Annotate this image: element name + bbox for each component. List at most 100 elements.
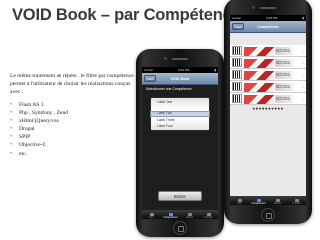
tab-competences[interactable]: Compétences — [163, 212, 178, 219]
tab-bar: Dev Compétences Clients Contact — [230, 196, 306, 205]
tab-label: Clients — [185, 216, 194, 219]
picker-item-label: Label Two — [157, 110, 172, 115]
picker-item-selected[interactable]: ✓ Label Two — [151, 111, 209, 117]
disclosure-arrow-icon: › — [302, 60, 304, 65]
project-image — [244, 46, 274, 56]
tab-label: Contact — [204, 216, 213, 219]
skill-item: • Php , Symfony , Zend — [10, 109, 68, 117]
list-item-text: Lorem ipsum dolor sit amet — [276, 60, 291, 66]
disclosure-arrow-icon: › — [302, 72, 304, 77]
list-item[interactable]: Lorem ipsum dolor sit amet › — [230, 93, 306, 105]
tab-label: Dev — [149, 216, 154, 219]
bullet-icon: • — [10, 110, 13, 117]
navigation-bar: Back Compétence — [230, 21, 306, 33]
list-item[interactable]: Lorem ipsum dolor sit amet › — [230, 57, 306, 69]
picker-item[interactable]: Label One — [151, 100, 209, 106]
bullet-icon: • — [10, 102, 13, 108]
barcode-thumbnail — [232, 46, 242, 55]
tab-bar: Dev Compétences Clients Contact — [142, 210, 218, 219]
competences-tab-icon — [256, 198, 261, 202]
disclosure-arrow-icon: › — [302, 96, 304, 101]
skills-list: • Flash AS 3 • Php , Symfony , Zend • xHtml… — [10, 101, 68, 158]
project-image — [244, 70, 274, 80]
picker-prompt: Sélectionner une Compétence — [146, 87, 192, 91]
page-indicator[interactable]: ●●●●●●●●●● — [230, 105, 306, 112]
checkmark-icon: ✓ — [152, 110, 156, 115]
disclosure-arrow-icon: › — [302, 84, 304, 89]
results-list: Lorem ipsum dolor sit amet › Lorem ipsum… — [230, 45, 306, 105]
bullet-icon: • — [10, 150, 13, 157]
home-button[interactable] — [173, 221, 187, 235]
battery-icon: ▮ — [214, 68, 216, 72]
tab-dev[interactable]: Dev — [233, 198, 247, 205]
bullet-icon: • — [10, 134, 13, 141]
intro-text: Le même traitement ae répète . le filtre… — [10, 73, 134, 95]
skill-label: SPIP — [19, 134, 31, 141]
dev-tab-icon — [237, 198, 242, 202]
barcode-thumbnail — [232, 70, 242, 79]
list-item[interactable]: Lorem ipsum dolor sit amet › — [230, 69, 306, 81]
list-item-text: Lorem ipsum dolor sit amet — [276, 72, 291, 78]
tab-label: Contact — [292, 202, 301, 205]
speaker-icon — [172, 58, 188, 60]
list-item[interactable]: Lorem ipsum dolor sit amet › — [230, 45, 306, 57]
skill-item: • Drupal — [10, 125, 68, 133]
skill-item: • etc. — [10, 150, 68, 158]
back-button[interactable]: Back — [144, 74, 157, 83]
tab-dev[interactable]: Dev — [145, 212, 159, 219]
skill-label: Drupal — [19, 126, 35, 133]
phone-screen: Carrier 9:45 PM ▮ Back VOID Book Sélecti… — [142, 67, 218, 219]
picker-item[interactable]: Label Three — [151, 118, 209, 124]
speaker-icon — [260, 7, 276, 9]
skill-picker[interactable]: Label One ✓ Label Two Label Three Label … — [150, 97, 210, 131]
picker-item[interactable]: Label Four — [151, 124, 209, 130]
dev-tab-icon — [149, 212, 154, 216]
skill-label: Flash AS 3 — [19, 102, 44, 108]
camera-icon — [252, 6, 255, 9]
clock-label: 9:45 PM — [178, 68, 190, 72]
barcode-thumbnail — [232, 94, 242, 103]
enter-button[interactable]: Entrer — [158, 191, 202, 201]
bullet-icon: • — [10, 126, 13, 133]
tab-competences[interactable]: Compétences — [251, 198, 266, 205]
list-item-text: Lorem ipsum dolor sit amet — [276, 48, 291, 54]
phone-mockup-results: Carrier 9:45 PM ▮ Back Compétence Lorem … — [224, 0, 312, 224]
tab-label: Compétences — [251, 202, 266, 205]
project-image — [244, 94, 274, 104]
skill-label: Php , Symfony , Zend — [19, 110, 69, 117]
barcode-thumbnail — [232, 58, 242, 67]
carrier-label: Carrier — [232, 16, 242, 20]
navigation-bar: Back VOID Book — [142, 73, 218, 85]
contact-tab-icon — [294, 198, 299, 202]
skill-item: • xHtml/jQuery/css — [10, 117, 68, 125]
tab-clients[interactable]: Clients — [271, 198, 285, 205]
skill-label: xHtml/jQuery/css — [19, 118, 59, 125]
project-image — [244, 82, 274, 92]
project-image — [244, 58, 274, 68]
carrier-label: Carrier — [144, 68, 154, 72]
clients-tab-icon — [275, 198, 280, 202]
skill-item: • Flash AS 3 — [10, 101, 68, 109]
battery-icon: ▮ — [302, 16, 304, 20]
disclosure-arrow-icon: › — [302, 48, 304, 53]
list-item[interactable]: Lorem ipsum dolor sit amet › — [230, 81, 306, 93]
list-item-text: Lorem ipsum dolor sit amet — [276, 84, 291, 90]
competences-tab-icon — [168, 212, 173, 216]
skill-label: etc. — [19, 150, 27, 157]
skill-label: Objective-C — [19, 142, 47, 149]
tab-contact[interactable]: Contact — [202, 212, 216, 219]
barcode-thumbnail — [232, 82, 242, 91]
tab-clients[interactable]: Clients — [183, 212, 197, 219]
phone-screen: Carrier 9:45 PM ▮ Back Compétence Lorem … — [230, 15, 306, 205]
clients-tab-icon — [187, 212, 192, 216]
list-item-text: Lorem ipsum dolor sit amet — [276, 96, 291, 102]
home-button[interactable] — [261, 208, 275, 222]
bullet-icon: • — [10, 118, 13, 125]
camera-icon — [164, 57, 167, 60]
bullet-icon: • — [10, 142, 13, 149]
skill-item: • Objective-C — [10, 141, 68, 149]
tab-contact[interactable]: Contact — [290, 198, 304, 205]
back-button[interactable]: Back — [232, 22, 245, 31]
tab-label: Clients — [273, 202, 282, 205]
clock-label: 9:45 PM — [266, 16, 278, 20]
